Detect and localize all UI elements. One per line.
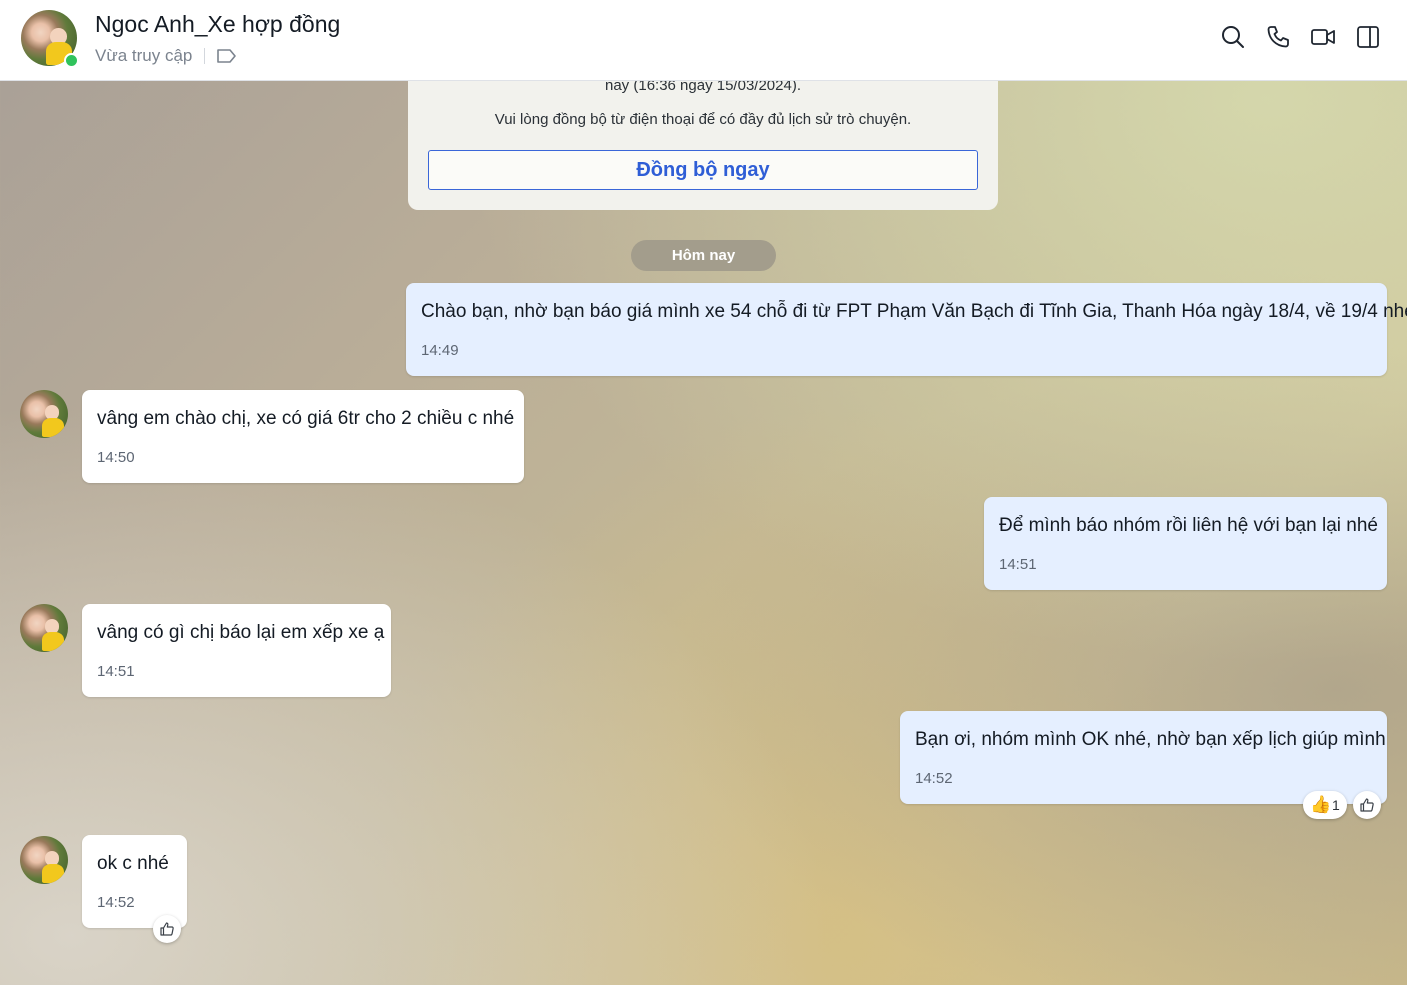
- avatar-figure: [41, 417, 64, 438]
- sync-notice-message: Vui lòng đồng bộ từ điện thoại để có đầy…: [494, 111, 912, 128]
- message-text: Bạn ơi, nhóm mình OK nhé, nhờ bạn xếp lị…: [915, 729, 1386, 750]
- message-text: vâng em chào chị, xe có giá 6tr cho 2 ch…: [97, 408, 515, 429]
- message-time: 14:49: [421, 342, 459, 359]
- message-text: vâng có gì chị báo lại em xếp xe ạ: [97, 622, 385, 643]
- contact-status: Vừa truy cập: [95, 46, 193, 65]
- message-text: Chào bạn, nhờ bạn báo giá mình xe 54 chỗ…: [421, 301, 1407, 322]
- sender-avatar[interactable]: [20, 390, 68, 438]
- like-icon: [1360, 798, 1374, 812]
- outgoing-message[interactable]: Chào bạn, nhờ bạn báo giá mình xe 54 chỗ…: [406, 283, 1407, 376]
- message-time: 14:52: [97, 894, 135, 911]
- message-text: ok c nhé: [97, 853, 169, 874]
- incoming-message[interactable]: vâng có gì chị báo lại em xếp xe ạ 14:51: [82, 604, 391, 697]
- reaction-count: 1: [1332, 797, 1340, 813]
- status-divider: [204, 48, 205, 64]
- incoming-message[interactable]: ok c nhé 14:52: [82, 835, 187, 928]
- sync-now-button[interactable]: Đồng bộ ngay: [428, 150, 978, 190]
- message-text: Để mình báo nhóm rồi liên hệ với bạn lại…: [999, 515, 1378, 536]
- react-button[interactable]: [1353, 791, 1381, 819]
- avatar-figure: [41, 631, 64, 652]
- date-divider: Hôm nay: [631, 240, 776, 271]
- incoming-message[interactable]: vâng em chào chị, xe có giá 6tr cho 2 ch…: [82, 390, 524, 483]
- outgoing-message[interactable]: Để mình báo nhóm rồi liên hệ với bạn lại…: [984, 497, 1387, 590]
- sender-avatar[interactable]: [20, 836, 68, 884]
- message-time: 14:51: [97, 663, 135, 680]
- message-time: 14:50: [97, 449, 135, 466]
- phone-icon[interactable]: [1265, 24, 1291, 50]
- avatar-figure: [41, 863, 64, 884]
- react-button[interactable]: [153, 915, 181, 943]
- sender-avatar[interactable]: [20, 604, 68, 652]
- thumbs-up-emoji: 👍: [1310, 795, 1332, 814]
- message-time: 14:51: [999, 556, 1037, 573]
- outgoing-message[interactable]: Bạn ơi, nhóm mình OK nhé, nhờ bạn xếp lị…: [900, 711, 1387, 804]
- contact-name[interactable]: Ngoc Anh_Xe hợp đồng: [95, 11, 340, 38]
- online-status-dot: [64, 53, 79, 68]
- tag-icon[interactable]: [216, 47, 238, 65]
- like-icon: [160, 922, 174, 936]
- chat-header: Ngoc Anh_Xe hợp đồng Vừa truy cập: [0, 0, 1407, 81]
- search-icon[interactable]: [1220, 24, 1246, 50]
- reaction-summary[interactable]: 👍 1: [1303, 791, 1347, 819]
- sync-history-notice: nay (16:36 ngày 15/03/2024). Vui lòng đồ…: [408, 70, 998, 210]
- sidebar-toggle-icon[interactable]: [1355, 24, 1381, 50]
- video-call-icon[interactable]: [1310, 24, 1336, 50]
- message-time: 14:52: [915, 770, 953, 787]
